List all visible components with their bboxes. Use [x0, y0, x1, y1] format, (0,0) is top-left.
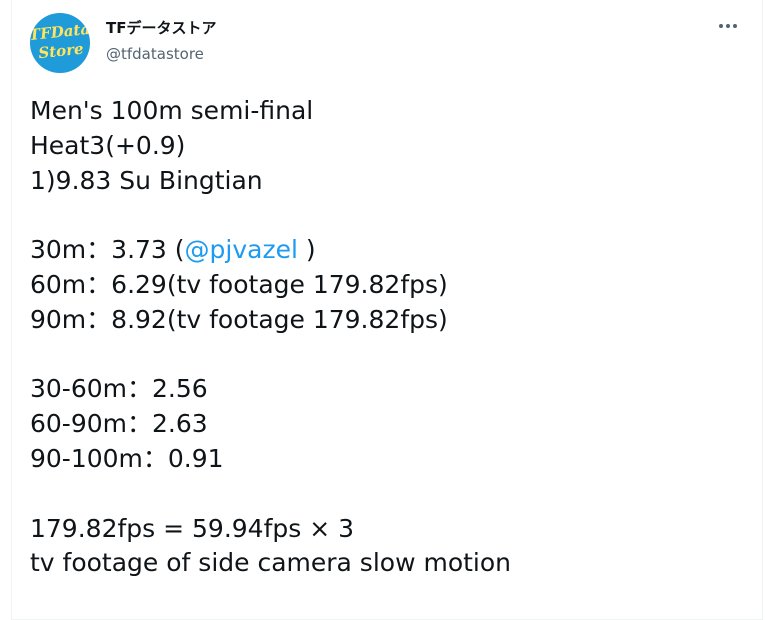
- tweet-line: 60m：6.29(tv footage 179.82fps): [30, 269, 448, 299]
- tweet-line: 60-90m：2.63: [30, 409, 208, 439]
- tweet-line: Men's 100m semi-final: [30, 96, 314, 125]
- tweet-line: 90m：8.92(tv footage 179.82fps): [30, 304, 448, 334]
- author-handle[interactable]: @tfdatastore: [106, 44, 204, 64]
- tweet-line-prefix: 30m：3.73 (: [30, 235, 185, 265]
- tweet-line-with-mention: 30m：3.73 (@pjvazel ): [30, 233, 740, 268]
- tweet-line-suffix: ): [297, 235, 316, 265]
- tweet-line: 30-60m：2.56: [30, 374, 208, 404]
- tweet-line: 179.82fps = 59.94fps × 3: [30, 513, 355, 543]
- tweet-line: 90-100m：0.91: [30, 443, 224, 473]
- tweet-text: Men's 100m semi-final Heat3(+0.9) 1)9.83…: [30, 94, 740, 581]
- tweet-line: Heat3(+0.9): [30, 130, 186, 160]
- avatar-logo-text: TFData Store: [30, 20, 90, 64]
- more-options-button[interactable]: [715, 13, 741, 39]
- more-horizontal-icon: [719, 24, 723, 28]
- mention-link[interactable]: @pjvazel: [185, 235, 298, 264]
- avatar[interactable]: TFData Store: [30, 13, 90, 73]
- more-horizontal-icon: [733, 24, 737, 28]
- tweet-line: 1)9.83 Su Bingtian: [30, 165, 263, 195]
- author-display-name[interactable]: TFデータストア: [106, 18, 216, 38]
- more-horizontal-icon: [726, 24, 730, 28]
- tweet-line: tv footage of side camera slow motion: [30, 548, 512, 578]
